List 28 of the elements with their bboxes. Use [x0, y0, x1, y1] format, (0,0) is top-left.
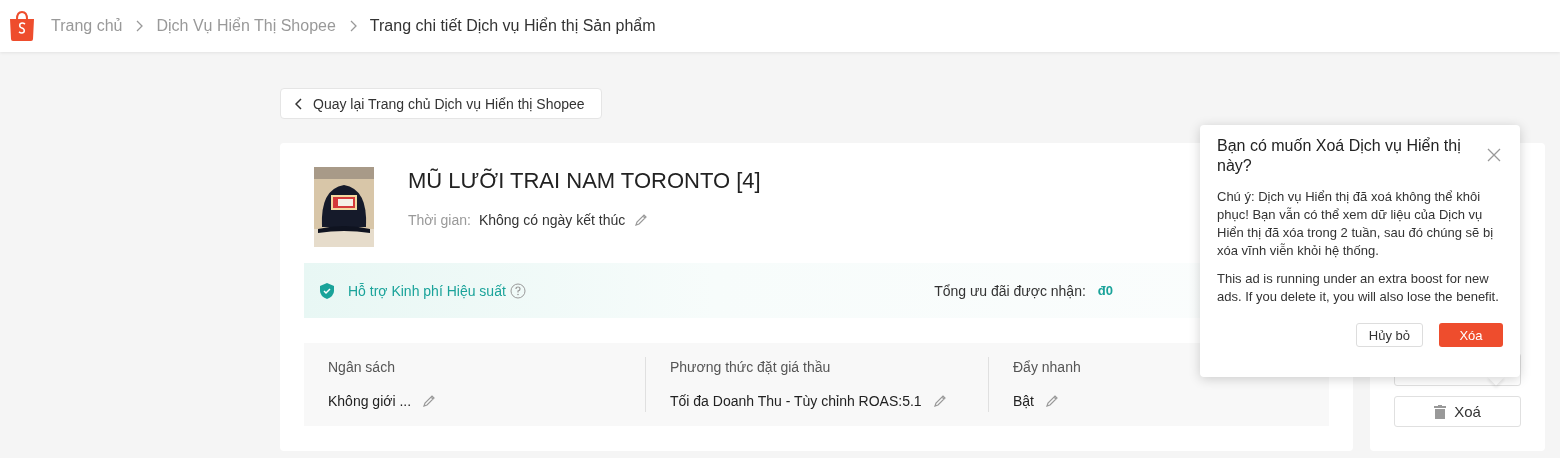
chevron-left-icon	[295, 97, 303, 110]
popover-text: Chú ý: Dịch vụ Hiển thị đã xoá không thể khôi phục! Bạn vẫn có thể xem dữ liệu của Dịch vụ Hiển thị đã xóa trong 2 tuần, sau đó chúng sẽ bị xóa vĩnh viễn khỏi hệ thống.	[1217, 188, 1495, 260]
cancel-button[interactable]: Hủy bỏ	[1355, 323, 1423, 347]
stat-value: Bật	[1013, 393, 1034, 409]
delete-button[interactable]: Xoá	[1394, 396, 1521, 427]
help-icon[interactable]	[509, 282, 526, 299]
popover-title: Bạn có muốn Xoá Dịch vụ Hiển thị này?	[1217, 136, 1462, 176]
product-title: MŨ LƯỠI TRAI NAM TORONTO [4]	[408, 168, 761, 194]
pencil-icon[interactable]	[931, 393, 948, 409]
stat-label: Ngân sách	[328, 359, 396, 375]
popover-text: This ad is running under an extra boost for new ads. If you delete it, you will also lose the benefit.	[1217, 270, 1500, 306]
confirm-delete-button[interactable]: Xóa	[1439, 323, 1503, 347]
stat-value: Không giới ...	[328, 393, 412, 409]
stat-value: Tối đa Doanh Thu - Tùy chỉnh ROAS:5.1	[670, 393, 922, 409]
total-value: đ0	[1097, 283, 1113, 298]
stat-label: Phương thức đặt giá thầu	[670, 359, 832, 375]
pencil-icon[interactable]	[1044, 393, 1060, 409]
time-label: Thời gian:	[408, 212, 471, 228]
back-button[interactable]: Quay lại Trang chủ Dịch vụ Hiển thị Shopee	[280, 88, 602, 119]
stat-label: Đẩy nhanh	[1013, 359, 1081, 375]
chevron-right-icon	[134, 20, 145, 32]
breadcrumb-link[interactable]: Trang chi tiết Dịch vụ Hiển thị Sản phẩm	[369, 17, 656, 35]
shop-bag-logo	[8, 11, 36, 41]
shield-check-icon	[320, 282, 334, 299]
total-label: Tổng ưu đãi được nhận:	[934, 282, 1086, 299]
close-icon[interactable]	[1487, 148, 1501, 162]
trash-icon	[1434, 404, 1447, 419]
time-value: Không có ngày kết thúc	[478, 212, 626, 228]
